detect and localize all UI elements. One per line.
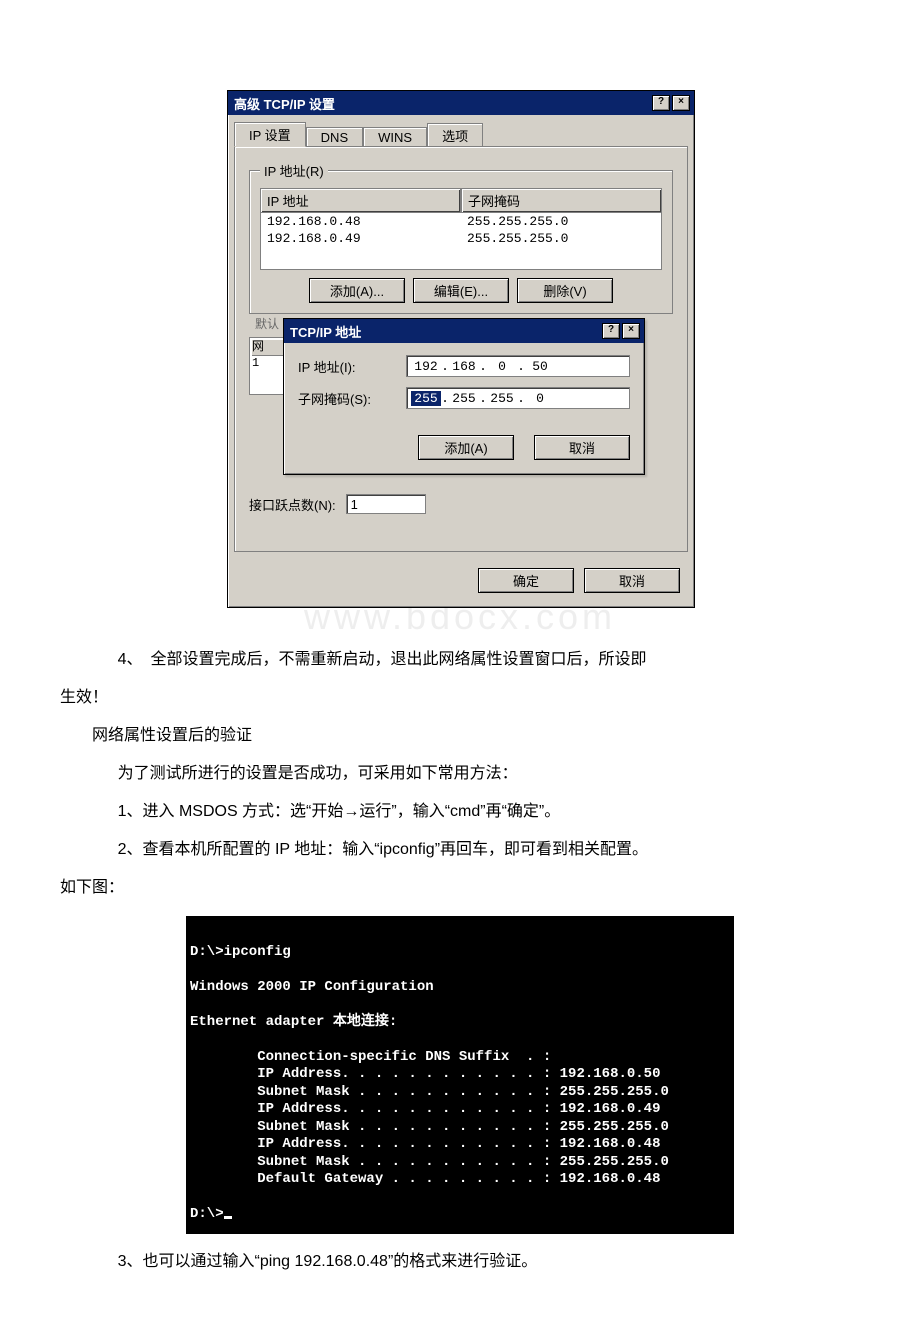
inner-cancel-button[interactable]: 取消: [534, 435, 630, 460]
close-icon[interactable]: ×: [672, 95, 690, 111]
ip-list-row[interactable]: 192.168.0.48 255.255.255.0: [261, 213, 661, 230]
body-p2: 网络属性设置后的验证: [60, 720, 860, 752]
dialog-footer: 确定 取消: [228, 558, 694, 607]
cell-mask: 255.255.255.0: [461, 213, 661, 230]
gateway-label-partial: 默认: [255, 315, 279, 332]
dos-line: D:\>ipconfig: [186, 944, 291, 960]
ip-address-group: IP 地址(R) IP 地址 子网掩码 192.168.0.48 255.255…: [249, 161, 673, 314]
tab-dns[interactable]: DNS: [306, 127, 363, 147]
ip-list[interactable]: 192.168.0.48 255.255.255.0 192.168.0.49 …: [260, 213, 662, 270]
ip-address-group-label: IP 地址(R): [260, 161, 328, 180]
mask-field-row: 子网掩码(S): 255. 255. 255. 0: [298, 387, 630, 409]
dos-line: Connection-specific DNS Suffix . :: [186, 1049, 551, 1065]
dos-line: Subnet Mask . . . . . . . . . . . : 255.…: [186, 1084, 669, 1100]
hop-label: 接口跃点数(N):: [249, 495, 336, 514]
inner-add-button[interactable]: 添加(A): [418, 435, 514, 460]
dos-line: Windows 2000 IP Configuration: [186, 979, 434, 995]
tab-strip: IP 设置 DNS WINS 选项: [228, 115, 694, 146]
mask-input[interactable]: 255. 255. 255. 0: [406, 387, 630, 409]
dos-line: Ethernet adapter 本地连接:: [186, 1014, 397, 1030]
dos-prompt: D:\>: [186, 1206, 232, 1222]
col-mask[interactable]: 子网掩码: [461, 188, 662, 213]
mask-field-label: 子网掩码(S):: [298, 389, 394, 408]
dos-line: IP Address. . . . . . . . . . . . : 192.…: [186, 1136, 660, 1152]
tab-options[interactable]: 选项: [427, 123, 483, 147]
ip-list-row[interactable]: 192.168.0.49 255.255.255.0: [261, 230, 661, 247]
cancel-button[interactable]: 取消: [584, 568, 680, 593]
dos-line: Subnet Mask . . . . . . . . . . . : 255.…: [186, 1154, 669, 1170]
dos-line: Default Gateway . . . . . . . . . : 192.…: [186, 1171, 660, 1187]
dos-window: D:\>ipconfig Windows 2000 IP Configurati…: [186, 916, 734, 1234]
hop-row: 接口跃点数(N):: [249, 494, 673, 514]
body-p5a: 2、查看本机所配置的 IP 地址：输入“ipconfig”再回车，即可看到相关配…: [60, 834, 860, 866]
cell-mask: 255.255.255.0: [461, 230, 661, 247]
inner-title: TCP/IP 地址: [290, 322, 361, 341]
ip-buttons: 添加(A)... 编辑(E)... 删除(V): [260, 278, 662, 303]
body-p1a: 4、 全部设置完成后，不需重新启动，退出此网络属性设置窗口后，所设即: [60, 644, 860, 676]
ip-list-header: IP 地址 子网掩码: [260, 188, 662, 213]
dialog-title: 高级 TCP/IP 设置: [234, 94, 335, 113]
remove-ip-button[interactable]: 删除(V): [517, 278, 613, 303]
dos-line: IP Address. . . . . . . . . . . . : 192.…: [186, 1066, 660, 1082]
ip-field-label: IP 地址(I):: [298, 357, 394, 376]
cell-ip: 192.168.0.48: [261, 213, 461, 230]
dos-line: IP Address. . . . . . . . . . . . : 192.…: [186, 1101, 660, 1117]
body-p4: 1、进入 MSDOS 方式：选“开始→运行”，输入“cmd”再“确定”。: [60, 796, 860, 828]
body-p3: 为了测试所进行的设置是否成功，可采用如下常用方法：: [60, 758, 860, 790]
col-ip[interactable]: IP 地址: [260, 188, 461, 213]
inner-footer: 添加(A) 取消: [284, 431, 644, 474]
tab-wins[interactable]: WINS: [363, 127, 427, 147]
help-icon[interactable]: ?: [652, 95, 670, 111]
hop-input[interactable]: [346, 494, 426, 514]
body-p6: 3、也可以通过输入“ping 192.168.0.48”的格式来进行验证。: [60, 1246, 860, 1278]
body-p5b: 如下图：: [60, 872, 860, 904]
add-ip-button[interactable]: 添加(A)...: [309, 278, 405, 303]
tab-ip-settings[interactable]: IP 设置: [234, 122, 306, 147]
edit-ip-button[interactable]: 编辑(E)...: [413, 278, 509, 303]
dos-line: Subnet Mask . . . . . . . . . . . : 255.…: [186, 1119, 669, 1135]
ip-field-row: IP 地址(I): 192. 168. 0. 50: [298, 355, 630, 377]
inner-titlebar[interactable]: TCP/IP 地址 ? ×: [284, 319, 644, 343]
ok-button[interactable]: 确定: [478, 568, 574, 593]
dialog-titlebar[interactable]: 高级 TCP/IP 设置 ? ×: [228, 91, 694, 115]
body-p1b: 生效！: [60, 682, 860, 714]
close-icon[interactable]: ×: [622, 323, 640, 339]
cell-ip: 192.168.0.49: [261, 230, 461, 247]
tcpip-address-dialog: TCP/IP 地址 ? × IP 地址(I): 192. 168. 0. 50: [283, 318, 645, 475]
ip-input[interactable]: 192. 168. 0. 50: [406, 355, 630, 377]
help-icon[interactable]: ?: [602, 323, 620, 339]
cursor-icon: [224, 1216, 232, 1219]
